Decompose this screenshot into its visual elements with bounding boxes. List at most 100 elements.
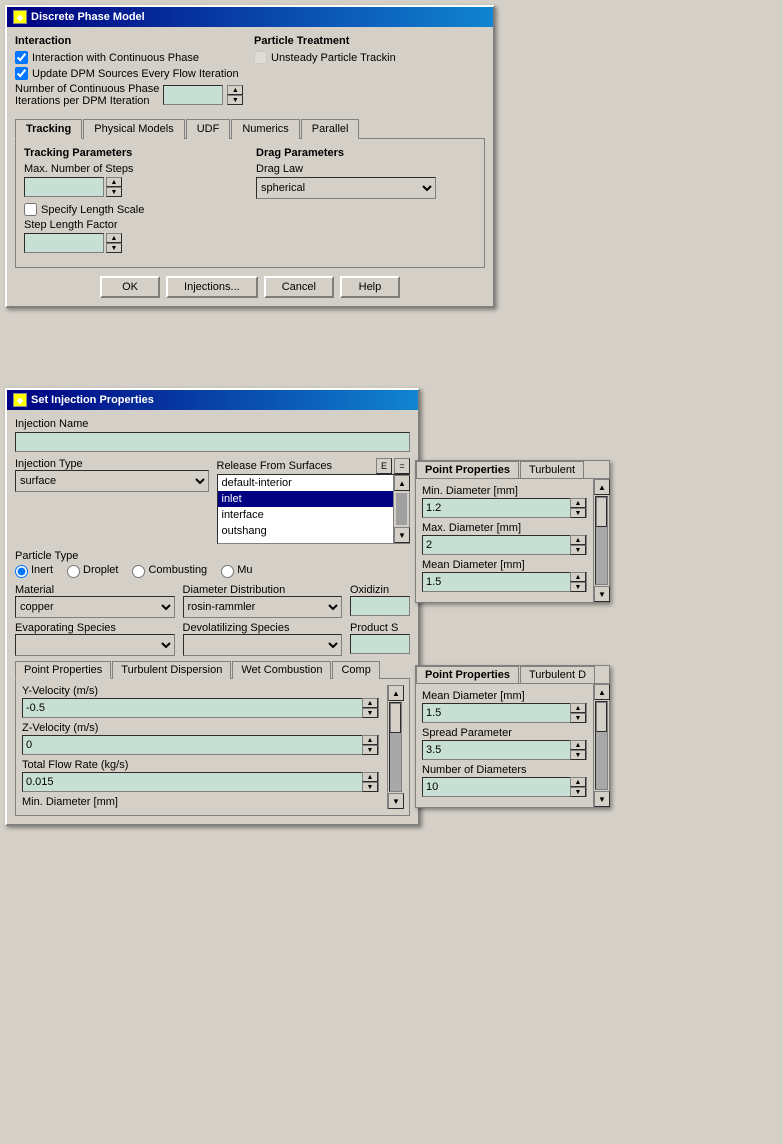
tab-tracking[interactable]: Tracking [15,119,82,139]
sub-tab-turbulent[interactable]: Turbulent Dispersion [112,661,231,679]
step-length-input[interactable]: 5 [24,233,104,253]
specify-length-checkbox[interactable] [24,203,37,216]
spread-param-arrows-2[interactable]: ▲ ▼ [570,740,586,760]
z-velocity-arrows[interactable]: ▲ ▼ [362,735,378,755]
specify-length-row: Specify Length Scale [24,203,244,216]
total-flow-rate-arrow-down[interactable]: ▼ [362,782,378,792]
num-diameters-arrow-up-2[interactable]: ▲ [570,777,586,787]
max-steps-spinner-down[interactable]: ▼ [106,187,122,197]
unsteady-particle-checkbox[interactable] [254,51,267,64]
mean-diameter-arrows-2[interactable]: ▲ ▼ [570,703,586,723]
drag-params-label: Drag Parameters [256,147,476,159]
list-item-outshang[interactable]: outshang [218,523,394,539]
ok-button[interactable]: OK [100,276,160,298]
min-diameter-group-1: Min. Diameter [mm] 1.2 ▲ ▼ [422,485,587,518]
update-dpm-checkbox[interactable] [15,67,28,80]
tab-point-properties-1[interactable]: Point Properties [416,461,519,478]
material-select[interactable]: copper [15,596,175,618]
num-continuous-phase-spinner[interactable]: ▲ ▼ [227,85,243,105]
spread-param-arrow-up-2[interactable]: ▲ [570,740,586,750]
spinner-up[interactable]: ▲ [227,85,243,95]
num-continuous-phase-input[interactable]: 10 [163,85,223,105]
release-surface-btn-eq[interactable]: = [394,458,410,474]
injection-name-input[interactable]: injection-0 [15,432,410,452]
product-input[interactable] [350,634,410,654]
max-diameter-arrows-1[interactable]: ▲ ▼ [570,535,586,555]
diameter-distribution-select[interactable]: rosin-rammler [183,596,343,618]
tab-numerics[interactable]: Numerics [231,119,299,139]
interaction-continuous-checkbox[interactable] [15,51,28,64]
pp1-scroll-up[interactable]: ▲ [594,479,610,495]
total-flow-rate-field: Total Flow Rate (kg/s) 0.015 ▲ ▼ [22,759,379,792]
sub-tab-comp[interactable]: Comp [332,661,379,679]
evaporating-select[interactable] [15,634,175,656]
min-diameter-arrows-1[interactable]: ▲ ▼ [570,498,586,518]
max-steps-spinner-up[interactable]: ▲ [106,177,122,187]
tab-turbulent-1[interactable]: Turbulent [520,461,584,478]
tab-parallel[interactable]: Parallel [301,119,360,139]
min-diameter-arrow-up-1[interactable]: ▲ [570,498,586,508]
cancel-button[interactable]: Cancel [264,276,334,298]
radio-droplet[interactable] [67,565,80,578]
material-label: Material [15,584,54,596]
pp2-scroll-up[interactable]: ▲ [594,684,610,700]
oxidizing-input[interactable] [350,596,410,616]
mean-diameter-arrow-down-1[interactable]: ▼ [570,582,586,592]
spinner-down[interactable]: ▼ [227,95,243,105]
injection-type-select[interactable]: surface single [15,470,209,492]
pp1-scroll-down[interactable]: ▼ [594,586,610,602]
radio-mu[interactable] [221,565,234,578]
max-diameter-label-1: Max. Diameter [mm] [422,522,587,534]
particle-treatment-label: Particle Treatment [254,35,485,47]
max-diameter-arrow-down-1[interactable]: ▼ [570,545,586,555]
scroll-down-btn[interactable]: ▼ [394,527,410,543]
step-length-spinner[interactable]: ▲ ▼ [106,233,122,253]
num-diameters-arrows-2[interactable]: ▲ ▼ [570,777,586,797]
product-col: Product S [350,622,410,656]
z-velocity-arrow-down[interactable]: ▼ [362,745,378,755]
z-velocity-arrow-up[interactable]: ▲ [362,735,378,745]
sub-tab-point-props[interactable]: Point Properties [15,661,111,679]
help-button[interactable]: Help [340,276,400,298]
tab-turbulent-d-2[interactable]: Turbulent D [520,666,595,683]
scroll-up-btn[interactable]: ▲ [394,475,410,491]
y-velocity-arrow-up[interactable]: ▲ [362,698,378,708]
max-diameter-arrow-up-1[interactable]: ▲ [570,535,586,545]
total-flow-rate-arrow-up[interactable]: ▲ [362,772,378,782]
mean-diameter-arrow-up-2[interactable]: ▲ [570,703,586,713]
injections-button[interactable]: Injections... [166,276,258,298]
pp1-scroll-thumb [596,497,607,527]
list-item-default-interior[interactable]: default-interior [218,475,394,491]
y-velocity-arrows[interactable]: ▲ ▼ [362,698,378,718]
list-item-interface[interactable]: interface [218,507,394,523]
step-length-spinner-up[interactable]: ▲ [106,233,122,243]
injection-scroll-up[interactable]: ▲ [388,685,404,701]
max-steps-spinner[interactable]: ▲ ▼ [106,177,122,197]
y-velocity-arrow-down[interactable]: ▼ [362,708,378,718]
release-surface-btn-e[interactable]: E [376,458,392,474]
sub-tab-wet-combustion[interactable]: Wet Combustion [232,661,331,679]
spread-param-arrow-down-2[interactable]: ▼ [570,750,586,760]
mean-diameter-arrow-down-2[interactable]: ▼ [570,713,586,723]
step-length-spinner-down[interactable]: ▼ [106,243,122,253]
min-diameter-arrow-down-1[interactable]: ▼ [570,508,586,518]
list-item-inlet[interactable]: inlet [218,491,394,507]
radio-combusting[interactable] [132,565,145,578]
num-diameters-arrow-down-2[interactable]: ▼ [570,787,586,797]
tab-udf[interactable]: UDF [186,119,231,139]
injection-scroll-down[interactable]: ▼ [388,793,404,809]
tab-point-properties-2[interactable]: Point Properties [416,666,519,683]
drag-law-group: Drag Law spherical nonspherical [256,163,476,199]
oxidizing-label: Oxidizin [350,584,389,596]
max-steps-input[interactable]: 1e+06 [24,177,104,197]
radio-inert[interactable] [15,565,28,578]
particle-treatment-section: Particle Treatment Unsteady Particle Tra… [254,35,485,110]
tab-physical-models[interactable]: Physical Models [83,119,184,139]
injection-scroll-thumb [390,703,401,733]
total-flow-rate-arrows[interactable]: ▲ ▼ [362,772,378,792]
drag-law-select[interactable]: spherical nonspherical [256,177,436,199]
pp2-scroll-down[interactable]: ▼ [594,791,610,807]
devolatilizing-select[interactable] [183,634,343,656]
mean-diameter-arrows-1[interactable]: ▲ ▼ [570,572,586,592]
mean-diameter-arrow-up-1[interactable]: ▲ [570,572,586,582]
